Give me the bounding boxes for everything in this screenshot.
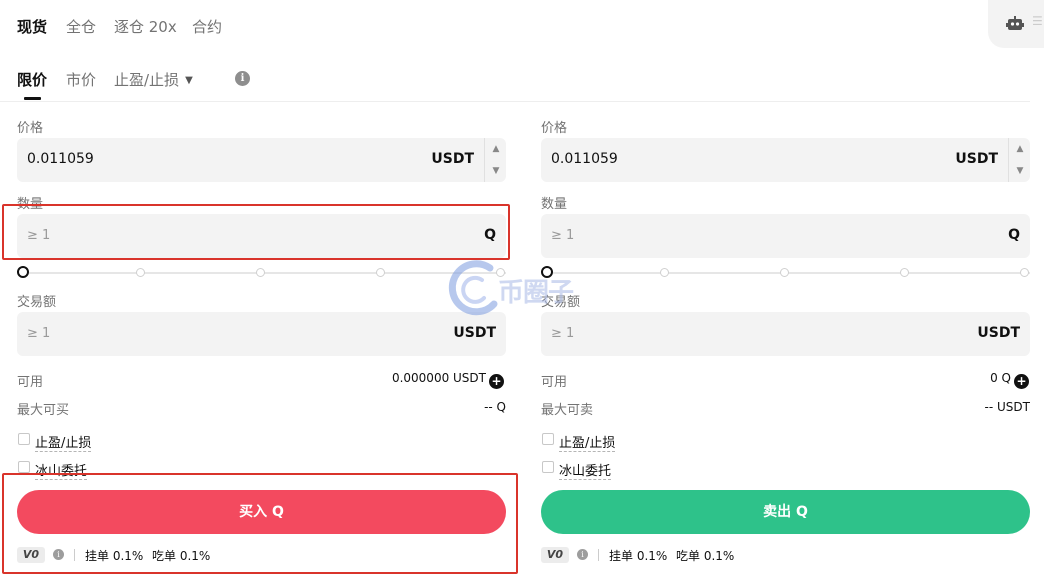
- maker-fee: 挂单 0.1%: [609, 549, 668, 563]
- fee-info: V0 i 挂单 0.1% 吃单 0.1%: [17, 547, 317, 563]
- slider-step-50[interactable]: [256, 268, 265, 277]
- side-toolbar: ☰: [988, 0, 1044, 48]
- tpsl-checkbox[interactable]: [18, 433, 30, 445]
- tab-cross-margin[interactable]: 全仓: [66, 16, 96, 37]
- watermark: 币圈子: [446, 258, 596, 320]
- robot-icon[interactable]: [1006, 16, 1024, 32]
- tab-futures[interactable]: 合约: [192, 16, 222, 37]
- plus-circle-icon[interactable]: +: [1014, 374, 1029, 389]
- price-unit: USDT: [955, 151, 998, 167]
- tab-tp-sl[interactable]: 止盈/止损 ▼: [114, 69, 193, 90]
- info-icon[interactable]: i: [235, 71, 250, 86]
- max-buy-label: 最大可买: [17, 403, 70, 418]
- price-label: 价格: [17, 121, 44, 136]
- max-buy-value: -- Q: [484, 400, 506, 414]
- available-value: 0.000000 USDT: [391, 371, 486, 385]
- price-value: 0.011059: [27, 151, 94, 167]
- caret-down-icon: ▼: [185, 75, 193, 86]
- slider-step-25[interactable]: [136, 268, 145, 277]
- buy-amount-input[interactable]: ≥ 1 Q: [17, 214, 506, 258]
- total-unit: USDT: [977, 325, 1020, 341]
- divider: [598, 549, 599, 561]
- maker-fee: 挂单 0.1%: [85, 549, 144, 563]
- taker-fee: 吃单 0.1%: [676, 549, 735, 563]
- slider-step-50[interactable]: [780, 268, 789, 277]
- amount-label: 数量: [17, 197, 44, 212]
- iceberg-checkbox[interactable]: [18, 461, 30, 473]
- amount-label: 数量: [541, 197, 568, 212]
- price-stepper: ▲ ▼: [1008, 138, 1030, 182]
- vip-level-badge[interactable]: V0: [541, 547, 569, 563]
- tab-isolated-margin[interactable]: 逐仓 20x: [114, 16, 177, 37]
- order-type-tabs: 限价 市价 止盈/止损 ▼ i: [0, 60, 1030, 102]
- amount-unit: Q: [1008, 227, 1020, 243]
- menu-icon[interactable]: ☰: [1032, 14, 1044, 32]
- available-value: 0 Q: [990, 371, 1011, 385]
- iceberg-checkbox-label[interactable]: 冰山委托: [559, 460, 612, 480]
- trade-mode-tabs: 现货 全仓 逐仓 20x 合约: [0, 0, 990, 48]
- plus-circle-icon[interactable]: +: [489, 374, 504, 389]
- total-placeholder: ≥ 1: [551, 326, 575, 341]
- divider: [74, 549, 75, 561]
- total-unit: USDT: [453, 325, 496, 341]
- sell-price-input[interactable]: 0.011059 USDT ▲ ▼: [541, 138, 1030, 182]
- fee-info: V0 i 挂单 0.1% 吃单 0.1%: [541, 547, 841, 563]
- price-unit: USDT: [431, 151, 474, 167]
- price-value: 0.011059: [551, 151, 618, 167]
- total-placeholder: ≥ 1: [27, 326, 51, 341]
- slider-step-75[interactable]: [900, 268, 909, 277]
- increment-icon[interactable]: ▲: [1009, 138, 1031, 160]
- watermark-text: 币圈子: [498, 278, 574, 308]
- tpsl-checkbox-label[interactable]: 止盈/止损: [559, 432, 616, 452]
- tab-limit[interactable]: 限价: [17, 69, 47, 90]
- buy-button[interactable]: 买入 Q: [17, 490, 506, 534]
- taker-fee: 吃单 0.1%: [152, 549, 211, 563]
- max-sell-label: 最大可卖: [541, 403, 594, 418]
- tab-spot[interactable]: 现货: [17, 16, 47, 37]
- decrement-icon[interactable]: ▼: [485, 160, 507, 182]
- total-label: 交易额: [17, 295, 57, 310]
- iceberg-checkbox-label[interactable]: 冰山委托: [35, 460, 88, 480]
- available-balance: 0 Q +: [990, 371, 1029, 389]
- decrement-icon[interactable]: ▼: [1009, 160, 1031, 182]
- info-icon[interactable]: i: [53, 549, 64, 560]
- sell-total-input[interactable]: ≥ 1 USDT: [541, 312, 1030, 356]
- sell-button[interactable]: 卖出 Q: [541, 490, 1030, 534]
- amount-unit: Q: [484, 227, 496, 243]
- sell-amount-input[interactable]: ≥ 1 Q: [541, 214, 1030, 258]
- tab-market[interactable]: 市价: [66, 69, 96, 90]
- slider-step-25[interactable]: [660, 268, 669, 277]
- max-sell-value: -- USDT: [984, 400, 1030, 414]
- buy-amount-slider[interactable]: [17, 266, 506, 279]
- available-label: 可用: [17, 375, 44, 390]
- info-icon[interactable]: i: [577, 549, 588, 560]
- sell-amount-slider[interactable]: [541, 266, 1030, 279]
- amount-placeholder: ≥ 1: [27, 228, 51, 243]
- watermark-logo-icon: [448, 260, 498, 316]
- tpsl-checkbox-label[interactable]: 止盈/止损: [35, 432, 92, 452]
- buy-total-input[interactable]: ≥ 1 USDT: [17, 312, 506, 356]
- available-balance: 0.000000 USDT +: [392, 371, 504, 389]
- price-stepper: ▲ ▼: [484, 138, 506, 182]
- amount-placeholder: ≥ 1: [551, 228, 575, 243]
- slider-step-100[interactable]: [1020, 268, 1029, 277]
- slider-step-75[interactable]: [376, 268, 385, 277]
- iceberg-checkbox[interactable]: [542, 461, 554, 473]
- buy-price-input[interactable]: 0.011059 USDT ▲ ▼: [17, 138, 506, 182]
- vip-level-badge[interactable]: V0: [17, 547, 45, 563]
- tab-tp-sl-label: 止盈/止损: [114, 71, 180, 89]
- price-label: 价格: [541, 121, 568, 136]
- available-label: 可用: [541, 375, 568, 390]
- increment-icon[interactable]: ▲: [485, 138, 507, 160]
- tpsl-checkbox[interactable]: [542, 433, 554, 445]
- slider-thumb[interactable]: [17, 266, 29, 278]
- active-tab-indicator: [24, 97, 41, 100]
